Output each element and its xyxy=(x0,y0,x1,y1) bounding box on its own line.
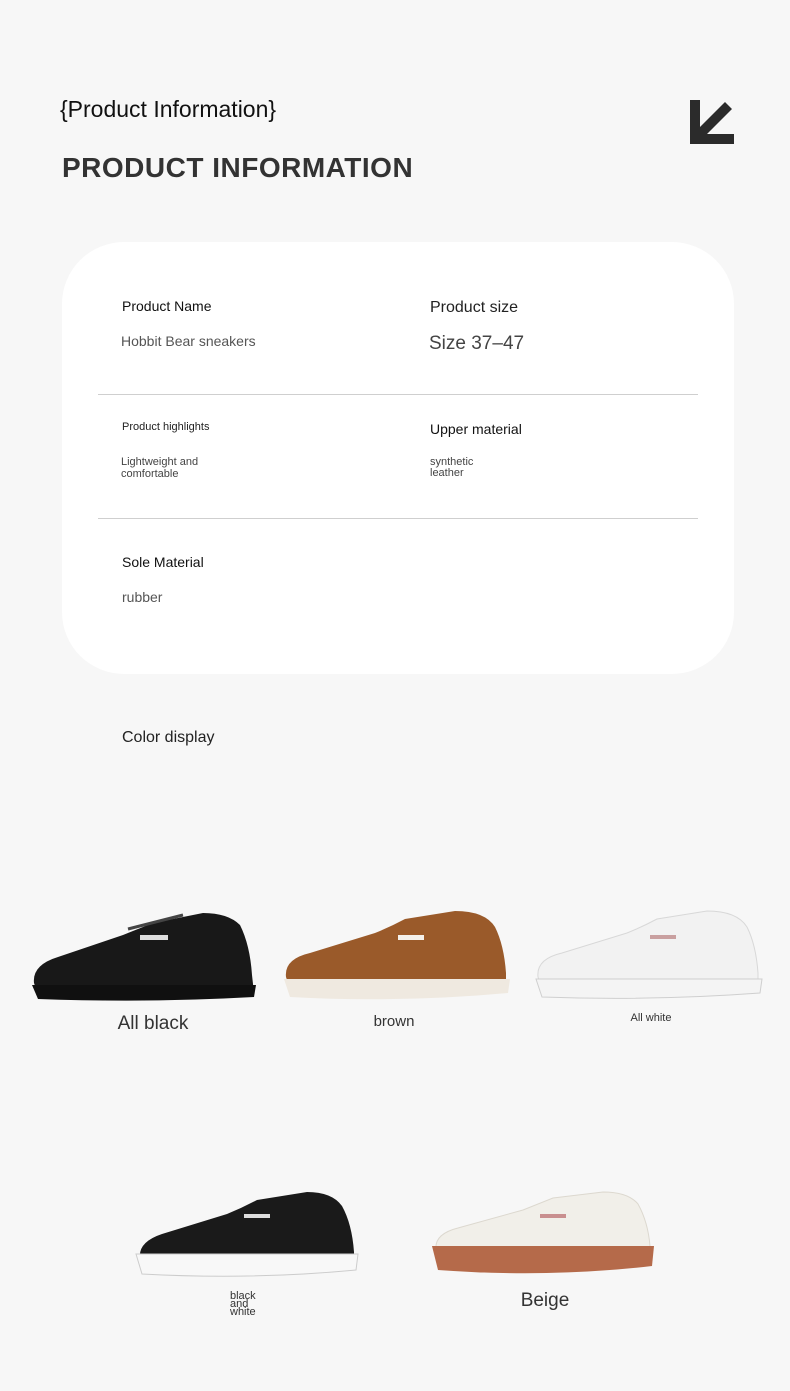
color-label-line: white xyxy=(230,1306,256,1318)
product-name-label: Product Name xyxy=(122,298,212,314)
upper-material-value-line2: leather xyxy=(430,467,464,479)
shoe-image-black-and-white xyxy=(135,1192,359,1277)
product-name-value: Hobbit Bear sneakers xyxy=(121,333,256,349)
highlights-value-line2: comfortable xyxy=(121,468,179,480)
spec-divider xyxy=(98,518,698,519)
shoe-image-all-black xyxy=(32,913,256,1001)
product-size-label: Product size xyxy=(430,299,519,316)
shoe-image-beige xyxy=(432,1191,654,1274)
section-title: PRODUCT INFORMATION xyxy=(62,152,414,183)
spec-divider xyxy=(98,394,698,395)
shoe-image-all-white xyxy=(535,910,763,999)
section-subtitle: {Product Information} xyxy=(60,96,277,122)
highlights-value-line1: Lightweight and xyxy=(121,456,199,468)
shoe-image-brown xyxy=(284,911,510,1000)
color-label: All black xyxy=(117,1013,189,1034)
highlights-label: Product highlights xyxy=(122,421,210,433)
color-label: black and white xyxy=(230,1291,270,1318)
color-label: Beige xyxy=(520,1290,570,1311)
upper-material-label: Upper material xyxy=(430,421,522,437)
arrow-down-left-icon xyxy=(690,100,734,144)
color-label: brown xyxy=(373,1013,415,1030)
sole-material-label: Sole Material xyxy=(122,554,204,570)
sole-material-value: rubber xyxy=(122,589,163,605)
color-display-title: Color display xyxy=(122,729,215,746)
color-label: All white xyxy=(630,1012,672,1024)
product-size-value: Size 37–47 xyxy=(429,333,525,354)
